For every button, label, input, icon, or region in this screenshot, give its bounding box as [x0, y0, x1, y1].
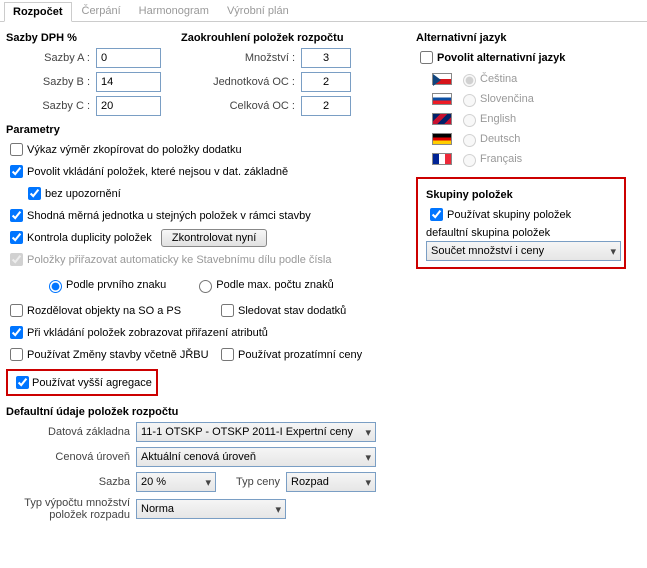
pri-vkladani-check[interactable]: [10, 326, 23, 339]
shodna-check[interactable]: [10, 209, 23, 222]
podle-prvniho-label: Podle prvního znaku: [66, 279, 166, 291]
sazba-select[interactable]: 20 %: [136, 472, 216, 492]
cenova-label: Cenová úroveň: [6, 451, 136, 463]
mnozstvi-input[interactable]: [301, 48, 351, 68]
lang-en-radio[interactable]: English: [458, 111, 516, 127]
jednotkova-input[interactable]: [301, 72, 351, 92]
lang-title: Alternativní jazyk: [416, 32, 626, 44]
default-skupina-label: defaultní skupina položek: [426, 227, 616, 239]
podle-prvniho-radio[interactable]: Podle prvního znaku: [44, 277, 166, 293]
groups-title: Skupiny položek: [426, 189, 616, 201]
typ-vypoctu-select[interactable]: Norma: [136, 499, 286, 519]
lang-cz-label: Čeština: [480, 73, 517, 85]
flag-cz-icon: [432, 73, 452, 85]
prirazovat-label: Položky přiřazovat automaticky ke Staveb…: [27, 254, 331, 266]
default-skupina-select[interactable]: Součet množství i ceny: [426, 241, 621, 261]
povolit-lang-label: Povolit alternativní jazyk: [437, 52, 565, 64]
lang-cz-radio[interactable]: Čeština: [458, 71, 517, 87]
kontrola-check[interactable]: [10, 231, 23, 244]
prirazovat-check: [10, 253, 23, 266]
lang-fr-label: Français: [480, 153, 522, 165]
vykaz-check[interactable]: [10, 143, 23, 156]
groups-highlight: Skupiny položek Používat skupiny položek…: [416, 177, 626, 269]
datova-label: Datová základna: [6, 426, 136, 438]
sazby-b-label: Sazby B :: [6, 76, 96, 88]
flag-de-icon: [432, 133, 452, 145]
lang-sk-label: Slovenčina: [480, 93, 534, 105]
jednotkova-label: Jednotková OC :: [181, 76, 301, 88]
celkova-input[interactable]: [301, 96, 351, 116]
prozatimni-label: Používat prozatímní ceny: [238, 349, 362, 361]
povolit-lang-check[interactable]: [420, 51, 433, 64]
tab-harmonogram[interactable]: Harmonogram: [131, 2, 217, 21]
kontrola-label: Kontrola duplicity položek: [27, 232, 152, 244]
lang-en-label: English: [480, 113, 516, 125]
sazby-a-input[interactable]: [96, 48, 161, 68]
lang-de-label: Deutsch: [480, 133, 520, 145]
lang-de-radio[interactable]: Deutsch: [458, 131, 520, 147]
povolit-vkladani-check[interactable]: [10, 165, 23, 178]
flag-en-icon: [432, 113, 452, 125]
tabs: Rozpočet Čerpání Harmonogram Výrobní plá…: [0, 0, 647, 22]
flag-sk-icon: [432, 93, 452, 105]
lang-fr-radio[interactable]: Français: [458, 151, 522, 167]
zmeny-label: Používat Změny stavby včetně JŘBU: [27, 349, 217, 361]
sledovat-check[interactable]: [221, 304, 234, 317]
vyssi-check[interactable]: [16, 376, 29, 389]
sazby-title: Sazby DPH %: [6, 32, 161, 44]
pouzivat-skupiny-label: Používat skupiny položek: [447, 209, 571, 221]
celkova-label: Celková OC :: [181, 100, 301, 112]
tab-vyrobni-plan[interactable]: Výrobní plán: [219, 2, 297, 21]
sazby-b-input[interactable]: [96, 72, 161, 92]
shodna-label: Shodná měrná jednotka u stejných položek…: [27, 210, 311, 222]
povolit-vkladani-label: Povolit vkládání položek, které nejsou v…: [27, 166, 288, 178]
typ-ceny-label: Typ ceny: [216, 476, 286, 488]
rozdelovat-label: Rozdělovat objekty na SO a PS: [27, 305, 217, 317]
tab-cerpani[interactable]: Čerpání: [74, 2, 129, 21]
round-title: Zaokrouhlení položek rozpočtu: [181, 32, 351, 44]
params-title: Parametry: [6, 124, 406, 136]
sazba-label: Sazba: [6, 476, 136, 488]
typ-vypoctu-label: Typ výpočtu množství položek rozpadu: [6, 497, 136, 521]
pouzivat-skupiny-check[interactable]: [430, 208, 443, 221]
datova-select[interactable]: 11-1 OTSKP - OTSKP 2011-I Expertní ceny: [136, 422, 376, 442]
sledovat-label: Sledovat stav dodatků: [238, 305, 346, 317]
vyssi-label: Používat vyšší agregace: [32, 377, 152, 389]
bez-upozorneni-label: bez upozornění: [45, 188, 121, 200]
sazby-a-label: Sazby A :: [6, 52, 96, 64]
podle-max-label: Podle max. počtu znaků: [216, 279, 333, 291]
defaults-title: Defaultní údaje položek rozpočtu: [6, 406, 406, 418]
lang-sk-radio[interactable]: Slovenčina: [458, 91, 534, 107]
tab-rozpocet[interactable]: Rozpočet: [4, 2, 72, 22]
cenova-select[interactable]: Aktuální cenová úroveň: [136, 447, 376, 467]
bez-upozorneni-check[interactable]: [28, 187, 41, 200]
sazby-c-label: Sazby C :: [6, 100, 96, 112]
pri-vkladani-label: Při vkládání položek zobrazovat přiřazen…: [27, 327, 268, 339]
typ-ceny-select[interactable]: Rozpad: [286, 472, 376, 492]
rozdelovat-check[interactable]: [10, 304, 23, 317]
sazby-c-input[interactable]: [96, 96, 161, 116]
vyssi-highlight: Používat vyšší agregace: [6, 369, 158, 396]
podle-max-radio[interactable]: Podle max. počtu znaků: [194, 277, 333, 293]
flag-fr-icon: [432, 153, 452, 165]
vykaz-label: Výkaz výměr zkopírovat do položky dodatk…: [27, 144, 242, 156]
zkontrolovat-button[interactable]: Zkontrolovat nyní: [161, 229, 267, 247]
zmeny-check[interactable]: [10, 348, 23, 361]
mnozstvi-label: Množství :: [181, 52, 301, 64]
prozatimni-check[interactable]: [221, 348, 234, 361]
